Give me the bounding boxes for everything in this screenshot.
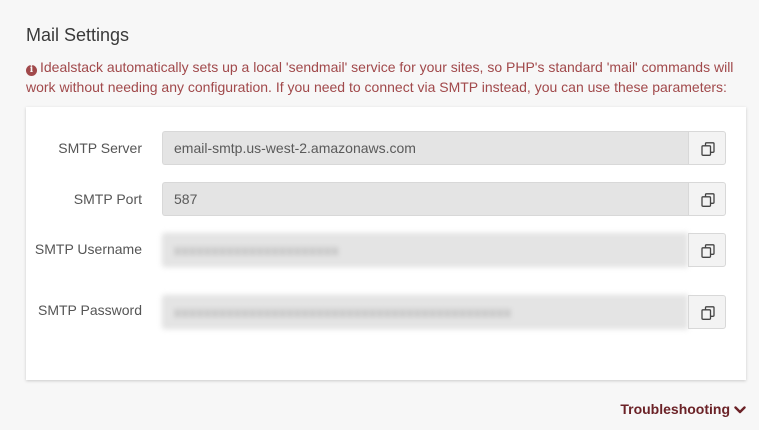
troubleshooting-label: Troubleshooting xyxy=(620,401,730,417)
troubleshooting-toggle[interactable]: Troubleshooting xyxy=(620,399,746,419)
smtp-port-label: SMTP Port xyxy=(73,191,142,207)
copy-smtp-port-button[interactable] xyxy=(688,182,726,216)
chevron-down-icon xyxy=(734,406,746,414)
copy-icon xyxy=(701,142,715,156)
copy-icon xyxy=(701,306,715,320)
smtp-server-label: SMTP Server xyxy=(58,140,142,156)
info-circle-icon: i xyxy=(26,65,37,76)
smtp-username-field[interactable]: xxxxxxxxxxxxxxxxxxxxxx xyxy=(162,233,688,267)
smtp-settings-card: SMTP Server email-smtp.us-west-2.amazona… xyxy=(26,107,746,380)
mail-settings-page: Mail Settings i Idealstack automatically … xyxy=(0,0,759,430)
smtp-server-field[interactable]: email-smtp.us-west-2.amazonaws.com xyxy=(162,131,688,165)
copy-icon xyxy=(701,244,715,258)
smtp-notice: i Idealstack automatically sets up a loca… xyxy=(26,57,746,97)
section-title: Mail Settings xyxy=(26,25,130,45)
copy-smtp-username-button[interactable] xyxy=(688,233,726,267)
copy-smtp-server-button[interactable] xyxy=(688,131,726,165)
smtp-port-field[interactable]: 587 xyxy=(162,182,688,216)
smtp-password-field[interactable]: xxxxxxxxxxxxxxxxxxxxxxxxxxxxxxxxxxxxxxxx… xyxy=(162,295,688,329)
notice-text: Idealstack automatically sets up a local… xyxy=(26,59,734,95)
copy-smtp-password-button[interactable] xyxy=(688,295,726,329)
smtp-password-label: SMTP Password xyxy=(38,302,142,318)
copy-icon xyxy=(701,193,715,207)
smtp-username-label: SMTP Username xyxy=(34,241,142,257)
